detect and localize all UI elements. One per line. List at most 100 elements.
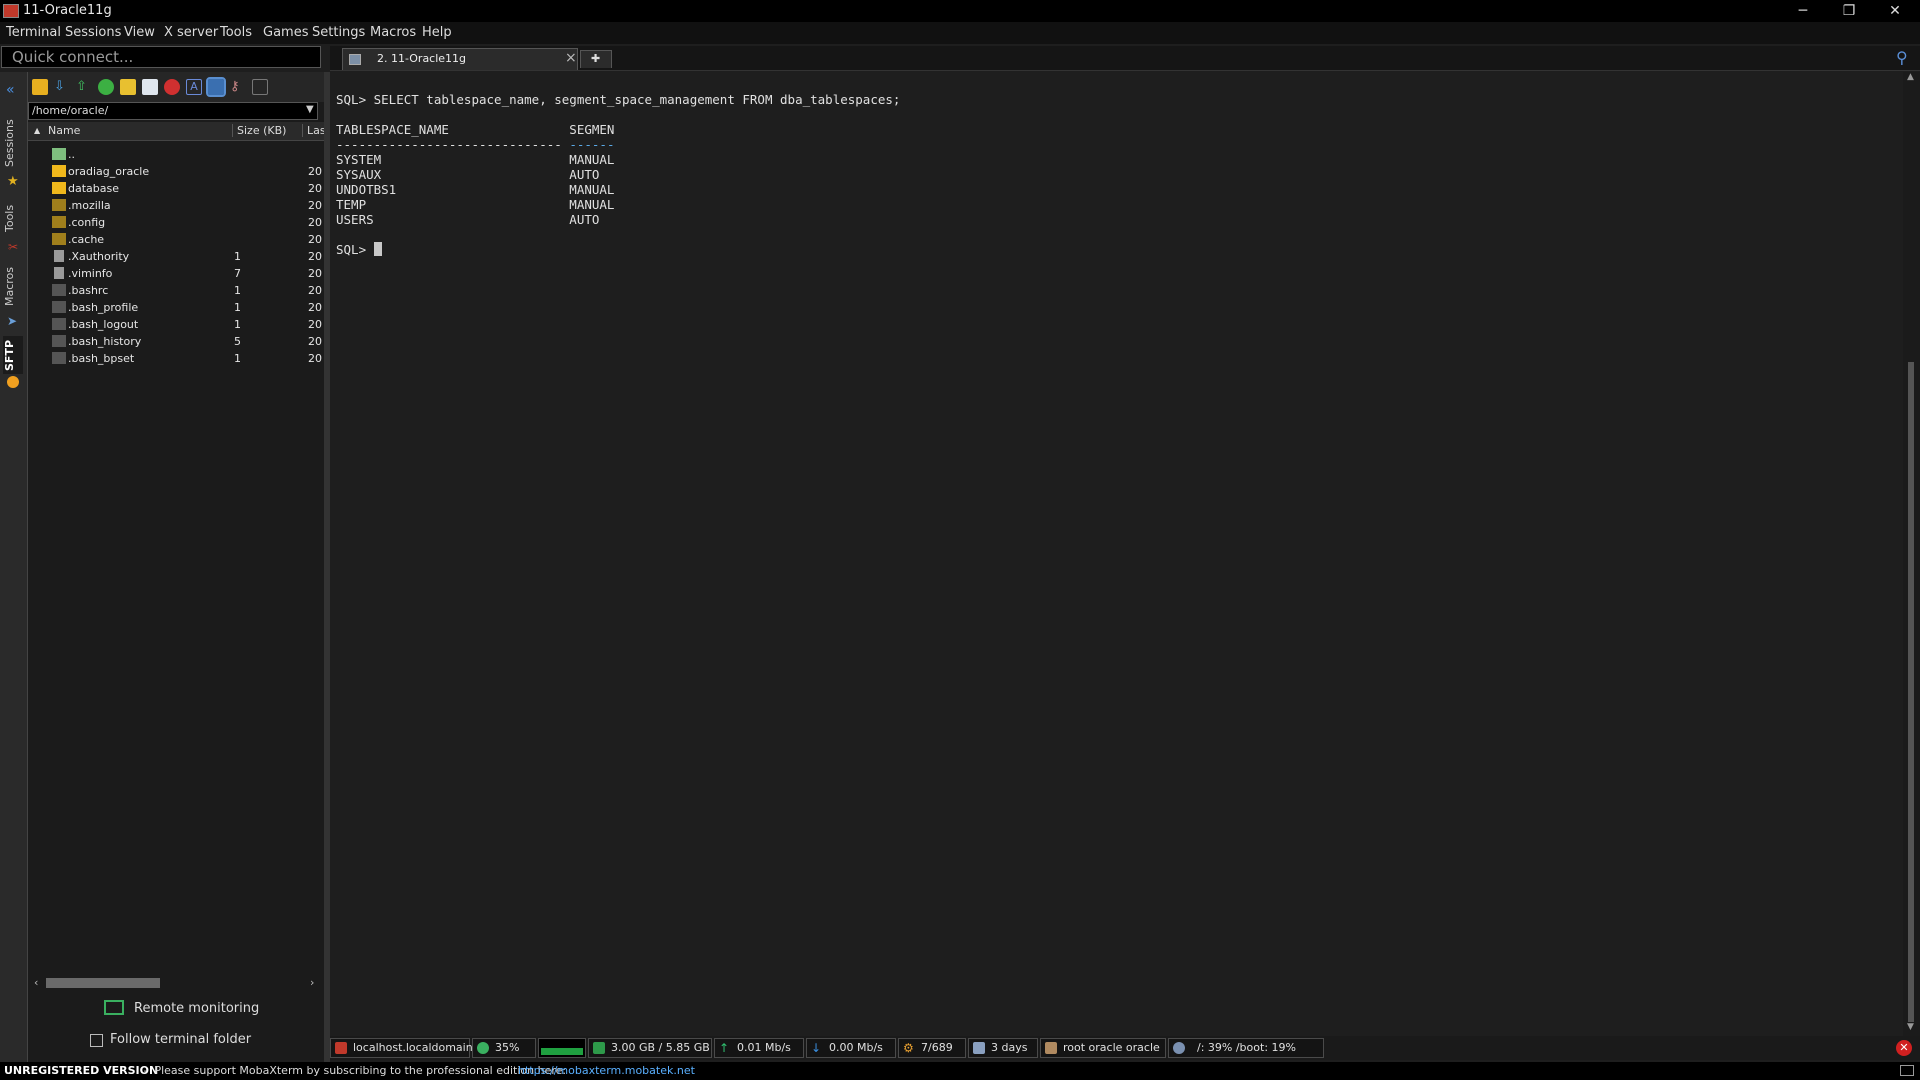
file-last-modified: 20 (308, 284, 322, 297)
app-icon (3, 4, 19, 18)
sftp-path-field[interactable]: /home/oracle/ (28, 102, 318, 120)
mobaxterm-link[interactable]: https://mobaxterm.mobatek.net (518, 1064, 695, 1077)
notification-icon[interactable] (1900, 1065, 1914, 1076)
follow-terminal-checkbox[interactable] (90, 1034, 103, 1047)
menu-x-server[interactable]: X server (164, 25, 218, 40)
new-file-icon[interactable] (142, 79, 158, 95)
file-row[interactable]: .config 20 (28, 214, 324, 231)
remote-monitoring-label: Remote monitoring (134, 1001, 260, 1016)
parent-directory-icon (52, 148, 66, 160)
new-tab-button[interactable]: ✚ (580, 50, 612, 68)
disconnect-icon[interactable]: ✕ (1896, 1040, 1912, 1056)
menu-games[interactable]: Games (263, 25, 308, 40)
menu-sessions[interactable]: Sessions (65, 25, 121, 40)
terminal-scrollbar[interactable]: ▲ ▼ (1903, 72, 1920, 1036)
file-row[interactable]: .cache 20 (28, 231, 324, 248)
file-size: 5 (234, 335, 241, 348)
result-header: TABLESPACE_NAME SEGMEN (336, 122, 615, 137)
send-icon: ➤ (7, 314, 18, 328)
tools-icon: ✂ (8, 240, 19, 254)
result-row: USERS AUTO (336, 212, 600, 227)
folder-icon (52, 199, 66, 211)
star-icon: ★ (7, 174, 19, 189)
file-name: .bash_history (68, 335, 142, 348)
file-row[interactable]: .bash_profile 1 20 (28, 299, 324, 316)
sidebar-tab-tools[interactable]: Tools (3, 198, 23, 238)
parent-folder-icon[interactable] (32, 79, 48, 95)
minimize-button[interactable]: ─ (1780, 0, 1826, 22)
file-list-header: ▲ Name Size (KB) Las (28, 122, 326, 141)
show-hidden-icon[interactable] (206, 77, 226, 97)
menu-bar: Terminal Sessions View X server Tools Ga… (0, 22, 1920, 44)
terminal-folder-icon[interactable] (252, 79, 268, 95)
scroll-right-icon[interactable]: › (310, 976, 314, 989)
paperclip-icon[interactable]: ⚲ (1896, 48, 1908, 67)
scroll-up-icon[interactable]: ▲ (1907, 72, 1914, 82)
terminal-cursor (373, 242, 382, 256)
menu-tools[interactable]: Tools (220, 25, 252, 40)
sftp-panel: ⇩ ⇧ A ⚷ /home/oracle/ ▼ ▲ Name Size (KB)… (28, 72, 326, 1060)
file-row[interactable]: .bash_bpset 1 20 (28, 350, 324, 367)
scrollbar-thumb[interactable] (46, 978, 160, 988)
menu-help[interactable]: Help (422, 25, 452, 40)
quick-connect-input[interactable] (2, 47, 322, 67)
download-speed-icon: ↓ (811, 1041, 822, 1055)
file-row[interactable]: .mozilla 20 (28, 197, 324, 214)
file-row[interactable]: .bashrc 1 20 (28, 282, 324, 299)
download-icon[interactable]: ⇩ (54, 79, 70, 95)
result-separator: ------------------------------ ------ (336, 137, 615, 152)
restore-button[interactable]: ❐ (1826, 0, 1872, 22)
menu-terminal[interactable]: Terminal (6, 25, 61, 40)
file-row[interactable]: .. (28, 146, 324, 163)
result-row: SYSTEM MANUAL (336, 152, 615, 167)
follow-terminal-label: Follow terminal folder (110, 1032, 252, 1047)
path-dropdown-icon[interactable]: ▼ (306, 104, 314, 115)
file-row[interactable]: oradiag_oracle 20 (28, 163, 324, 180)
delete-icon[interactable] (164, 79, 180, 95)
refresh-icon[interactable] (98, 79, 114, 95)
column-name[interactable]: Name (48, 124, 80, 137)
scroll-down-icon[interactable]: ▼ (1907, 1022, 1914, 1032)
file-name: .viminfo (68, 267, 113, 280)
file-name: .Xauthority (68, 250, 130, 263)
sidebar-tab-macros[interactable]: Macros (3, 262, 23, 310)
file-row[interactable]: .bash_logout 1 20 (28, 316, 324, 333)
tab-session[interactable]: 2. 11-Oracle11g × (342, 48, 578, 70)
file-last-modified: 20 (308, 182, 322, 195)
status-uptime: 3 days (968, 1038, 1038, 1058)
folder-icon (52, 182, 66, 194)
upload-icon[interactable]: ⇧ (76, 79, 92, 95)
column-last-modified[interactable]: Las (302, 124, 326, 137)
sidebar-tab-sessions[interactable]: Sessions (3, 116, 23, 170)
menu-macros[interactable]: Macros (370, 25, 416, 40)
tab-close-icon[interactable]: × (565, 50, 577, 66)
sidebar-tab-sftp[interactable]: SFTP (3, 336, 23, 374)
result-row: UNDOTBS1 MANUAL (336, 182, 615, 197)
new-folder-icon[interactable] (120, 79, 136, 95)
file-name: .bash_profile (68, 301, 139, 314)
scroll-left-icon[interactable]: ‹ (34, 976, 38, 989)
file-row[interactable]: .Xauthority 1 20 (28, 248, 324, 265)
close-window-button[interactable]: ✕ (1872, 0, 1918, 22)
permissions-icon[interactable]: ⚷ (230, 79, 246, 95)
file-name: .. (68, 148, 75, 161)
file-last-modified: 20 (308, 233, 322, 246)
collapse-icon[interactable]: « (6, 82, 15, 98)
file-last-modified: 20 (308, 352, 322, 365)
support-message: - Please support MobaXterm by subscribin… (140, 1064, 567, 1077)
file-row[interactable]: database 20 (28, 180, 324, 197)
file-row[interactable]: .viminfo 7 20 (28, 265, 324, 282)
rename-icon[interactable]: A (186, 79, 202, 95)
terminal-scrollbar-thumb[interactable] (1908, 362, 1914, 1022)
file-row[interactable]: .bash_history 5 20 (28, 333, 324, 350)
file-icon (54, 250, 64, 262)
column-size[interactable]: Size (KB) (232, 124, 286, 137)
folder-icon (52, 216, 66, 228)
folder-icon (52, 233, 66, 245)
file-name: .cache (68, 233, 105, 246)
terminal-area[interactable]: SQL> SELECT tablespace_name, segment_spa… (330, 72, 1902, 1032)
sftp-horizontal-scrollbar[interactable]: ‹ › (34, 976, 324, 990)
menu-settings[interactable]: Settings (312, 25, 365, 40)
file-name: database (68, 182, 119, 195)
menu-view[interactable]: View (124, 25, 155, 40)
